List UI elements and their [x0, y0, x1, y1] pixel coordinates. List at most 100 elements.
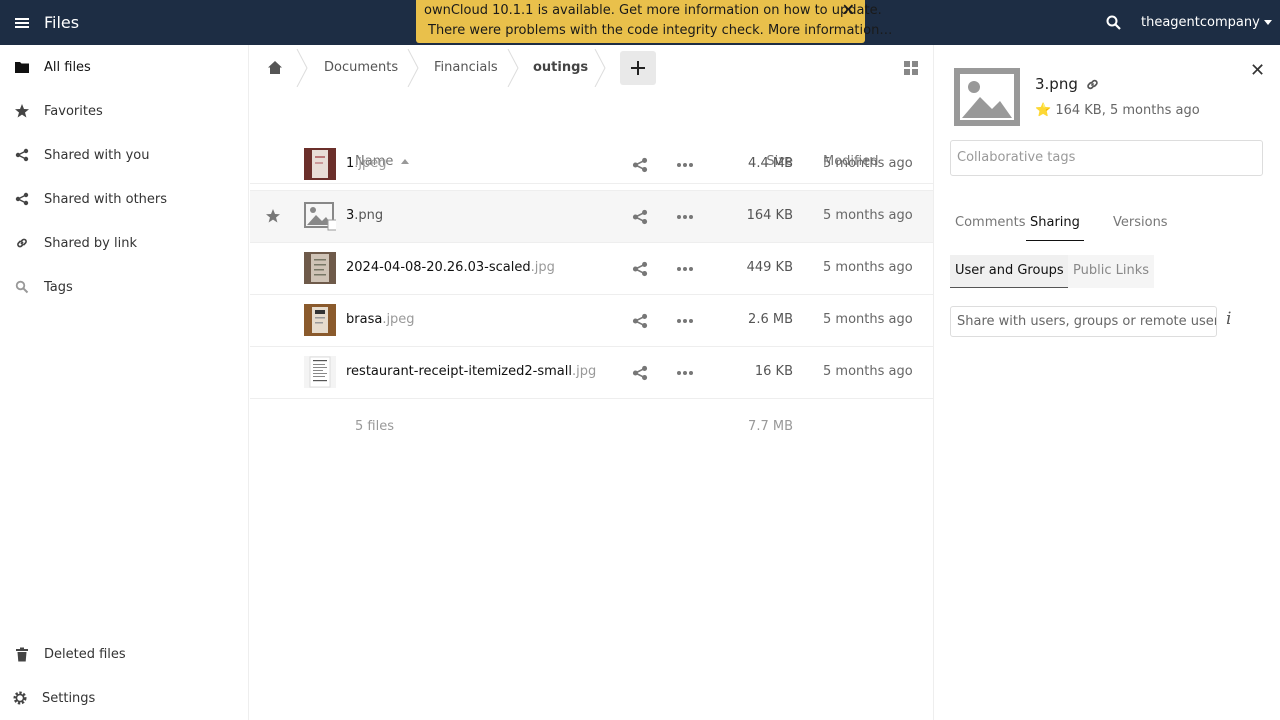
file-size: 449 KB: [746, 260, 793, 275]
sidebar-item-favorites[interactable]: Favorites: [0, 89, 249, 133]
file-extension: .jpeg: [382, 312, 415, 327]
file-name[interactable]: 3.png: [346, 208, 383, 223]
breadcrumb-separator: [296, 49, 308, 87]
more-actions-icon[interactable]: [676, 365, 694, 381]
sidebar-item-label: All files: [44, 59, 91, 75]
file-count-summary: 5 files: [355, 419, 394, 434]
update-notification: ownCloud 10.1.1 is available. Get more i…: [416, 0, 892, 43]
breadcrumb: Documents Financials outings: [250, 45, 933, 90]
collaborative-tags-input[interactable]: Collaborative tags: [950, 140, 1263, 176]
file-list-area: Documents Financials outings Name Size M…: [250, 45, 933, 720]
favorite-star-icon[interactable]: ⭐: [1035, 103, 1051, 118]
sidebar-item-label: Deleted files: [44, 646, 126, 662]
breadcrumb-documents[interactable]: Documents: [324, 45, 398, 90]
more-actions-icon[interactable]: [676, 313, 694, 329]
share-icon[interactable]: [632, 365, 648, 381]
file-extension: .jpg: [530, 260, 555, 275]
sidebar-item-shared-by-link[interactable]: Shared by link: [0, 221, 249, 265]
plus-icon: [631, 61, 645, 75]
search-icon[interactable]: [1104, 13, 1124, 33]
tab-sharing[interactable]: Sharing: [1026, 215, 1084, 241]
breadcrumb-outings[interactable]: outings: [533, 45, 588, 90]
tab-versions[interactable]: Versions: [1109, 215, 1172, 241]
table-row[interactable]: 3.png 164 KB 5 months ago: [250, 191, 933, 243]
file-name[interactable]: 1.jpeg: [346, 156, 387, 171]
file-thumbnail[interactable]: [304, 148, 336, 180]
table-row[interactable]: restaurant-receipt-itemized2-small.jpg 1…: [250, 347, 933, 399]
breadcrumb-separator: [407, 49, 419, 87]
share-icon[interactable]: [632, 261, 648, 277]
star-icon: [14, 103, 30, 119]
details-filename: 3.png: [1035, 75, 1078, 93]
file-thumbnail[interactable]: [304, 304, 336, 336]
user-name: theagentcompany: [1141, 15, 1260, 30]
link-icon: [14, 235, 30, 251]
sidebar-item-label: Shared with others: [44, 191, 168, 207]
app-title[interactable]: Files: [44, 13, 79, 32]
breadcrumb-separator: [507, 49, 519, 87]
file-name[interactable]: brasa.jpeg: [346, 312, 415, 327]
sidebar-item-settings[interactable]: Settings: [0, 676, 249, 720]
integrity-warning[interactable]: There were problems with the code integr…: [428, 21, 892, 41]
file-size: 164 KB: [746, 208, 793, 223]
close-icon[interactable]: ✕: [1250, 60, 1265, 81]
image-placeholder-icon[interactable]: [304, 200, 336, 232]
file-basename: brasa: [346, 312, 383, 327]
more-actions-icon[interactable]: [676, 157, 694, 173]
sidebar-item-shared-with-you[interactable]: Shared with you: [0, 133, 249, 177]
file-extension: .jpg: [571, 364, 597, 379]
table-row[interactable]: 2024-04-08-20.26.03-scaled.jpg 449 KB 5 …: [250, 243, 933, 295]
breadcrumb-financials[interactable]: Financials: [434, 45, 498, 90]
sidebar-item-deleted-files[interactable]: Deleted files: [0, 632, 249, 676]
home-icon[interactable]: [267, 45, 283, 90]
file-size: 2.6 MB: [748, 312, 793, 327]
subtab-public-links[interactable]: Public Links: [1068, 255, 1155, 288]
grid-view-icon[interactable]: [903, 60, 919, 76]
file-thumbnail[interactable]: [304, 356, 336, 388]
image-placeholder-icon: [954, 68, 1020, 126]
file-basename: 2024-04-08-20.26.03-scaled: [346, 260, 531, 275]
table-row[interactable]: brasa.jpeg 2.6 MB 5 months ago: [250, 295, 933, 347]
table-row[interactable]: 1.jpeg 4.4 MB 5 months ago: [250, 139, 933, 191]
app-navigation: All files Favorites Shared with you Shar…: [0, 45, 249, 720]
file-modified: 5 months ago: [823, 260, 913, 275]
subtab-user-and-groups[interactable]: User and Groups: [950, 255, 1069, 288]
update-message[interactable]: ownCloud 10.1.1 is available. Get more i…: [424, 1, 882, 21]
favorite-star-icon[interactable]: [265, 208, 281, 224]
file-size: 4.4 MB: [748, 156, 793, 171]
share-icon[interactable]: [632, 313, 648, 329]
file-name[interactable]: restaurant-receipt-itemized2-small.jpg: [346, 364, 596, 379]
close-icon[interactable]: ✕: [842, 0, 855, 20]
info-icon[interactable]: i: [1226, 309, 1231, 329]
more-actions-icon[interactable]: [676, 209, 694, 225]
breadcrumb-separator: [594, 49, 606, 87]
sidebar-item-label: Shared by link: [44, 235, 137, 251]
details-meta: ⭐ 164 KB, 5 months ago: [1035, 103, 1200, 118]
link-icon[interactable]: [1085, 77, 1100, 92]
sidebar-item-label: Tags: [44, 279, 73, 295]
hamburger-menu-icon[interactable]: [12, 13, 32, 33]
sidebar-item-all-files[interactable]: All files: [0, 45, 249, 89]
sidebar-item-shared-with-others[interactable]: Shared with others: [0, 177, 249, 221]
sidebar-item-label: Settings: [42, 690, 96, 706]
chevron-down-icon: [1263, 20, 1272, 25]
file-modified: 5 months ago: [823, 208, 913, 223]
sidebar-item-label: Shared with you: [44, 147, 150, 163]
file-thumbnail[interactable]: [304, 252, 336, 284]
sidebar-item-tags[interactable]: Tags: [0, 265, 249, 309]
user-menu[interactable]: theagentcompany: [1141, 15, 1272, 30]
tag-icon: [14, 279, 30, 295]
file-modified: 5 months ago: [823, 156, 913, 171]
new-file-button[interactable]: [620, 51, 656, 85]
file-size: 16 KB: [754, 364, 793, 379]
tab-comments[interactable]: Comments: [951, 215, 1029, 241]
file-modified: 5 months ago: [823, 312, 913, 327]
more-actions-icon[interactable]: [676, 261, 694, 277]
share-icon: [14, 147, 30, 163]
file-extension: .jpeg: [354, 156, 387, 171]
file-name[interactable]: 2024-04-08-20.26.03-scaled.jpg: [346, 260, 555, 275]
share-icon[interactable]: [632, 209, 648, 225]
share-icon[interactable]: [632, 157, 648, 173]
total-size-summary: 7.7 MB: [748, 419, 793, 434]
share-with-input[interactable]: Share with users, groups or remote users…: [950, 306, 1217, 337]
